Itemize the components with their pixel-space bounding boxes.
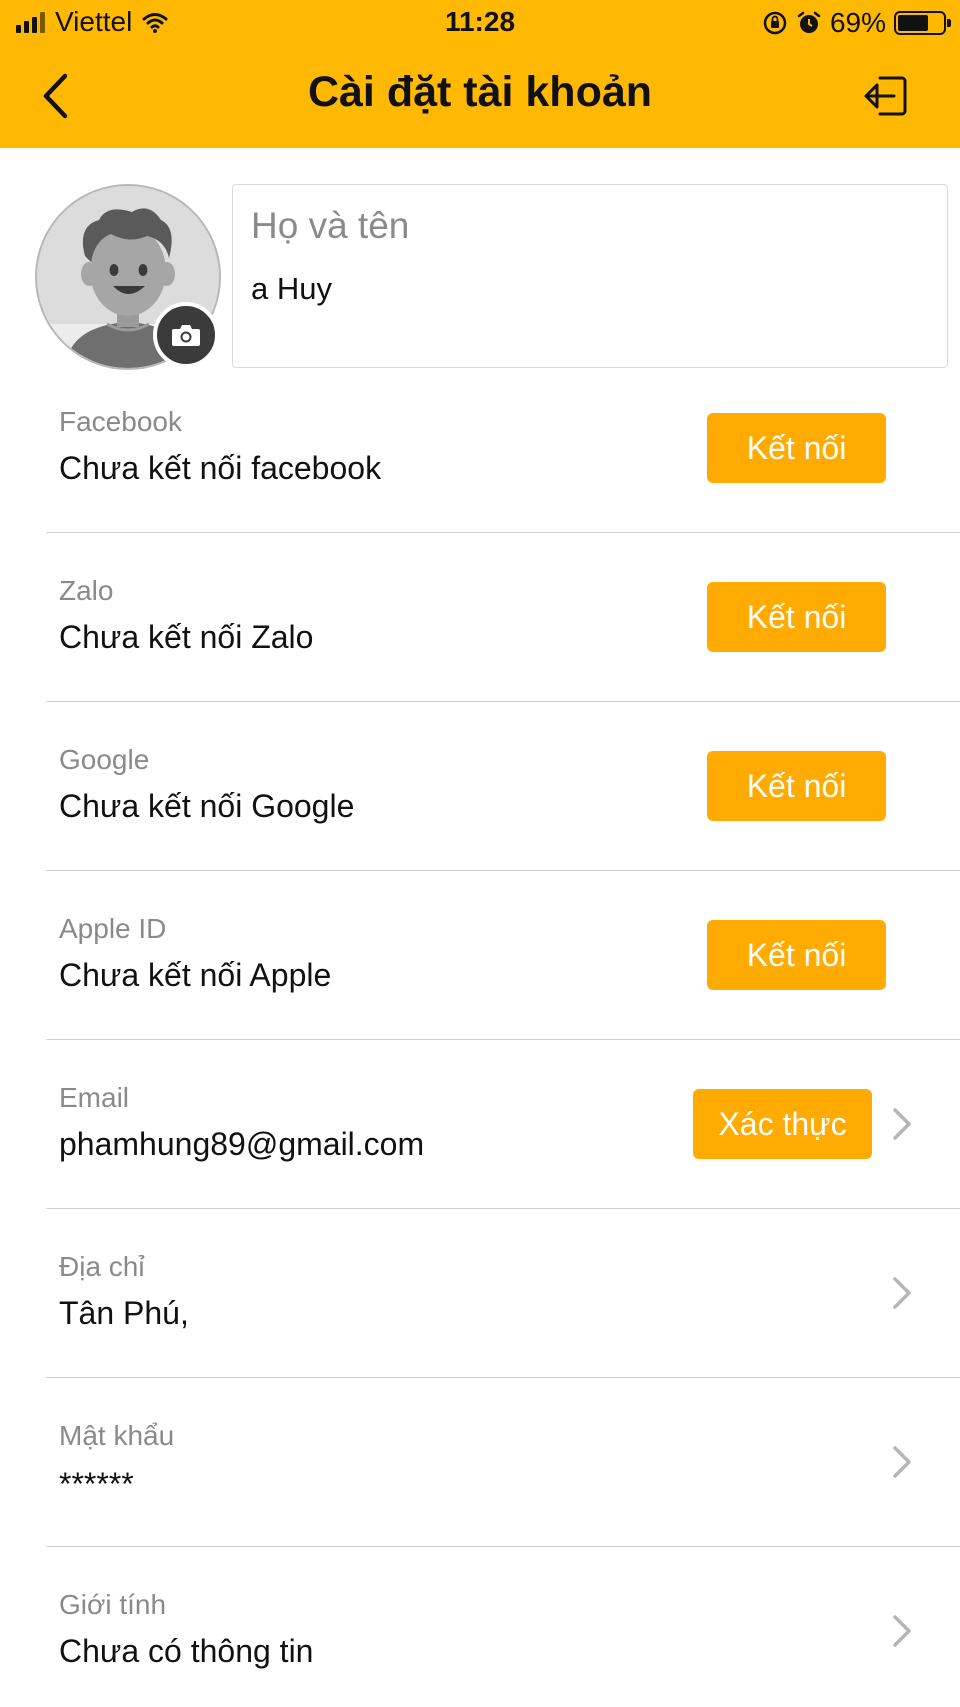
row-zalo: Zalo Chưa kết nối Zalo Kết nối xyxy=(46,533,960,702)
row-label: Facebook xyxy=(59,406,182,437)
chevron-right-icon xyxy=(888,1442,916,1482)
row-label: Zalo xyxy=(59,575,114,606)
change-photo-button[interactable] xyxy=(153,302,219,368)
row-label: Địa chỉ xyxy=(59,1251,145,1282)
row-value: Chưa có thông tin xyxy=(59,1633,314,1669)
rotation-lock-icon xyxy=(763,11,787,35)
connect-apple-button[interactable]: Kết nối xyxy=(707,920,886,990)
connect-zalo-button[interactable]: Kết nối xyxy=(707,582,886,652)
row-email[interactable]: Email phamhung89@gmail.com Xác thực xyxy=(46,1040,960,1209)
full-name-input[interactable] xyxy=(251,271,911,307)
status-bar: Viettel 11:28 69% xyxy=(0,0,960,48)
row-address[interactable]: Địa chỉ Tân Phú, xyxy=(46,1209,960,1378)
row-apple-id: Apple ID Chưa kết nối Apple Kết nối xyxy=(46,871,960,1040)
row-value: Chưa kết nối Google xyxy=(59,788,355,824)
chevron-right-icon xyxy=(888,1104,916,1144)
row-value: Chưa kết nối Zalo xyxy=(59,619,314,655)
chevron-right-icon xyxy=(888,1611,916,1651)
row-value: Chưa kết nối facebook xyxy=(59,450,382,486)
logout-icon xyxy=(864,76,907,116)
row-label: Apple ID xyxy=(59,913,167,944)
full-name-label: Họ và tên xyxy=(251,205,410,246)
row-label: Email xyxy=(59,1082,130,1113)
row-password[interactable]: Mật khẩu ****** xyxy=(46,1378,960,1547)
row-facebook: Facebook Chưa kết nối facebook Kết nối xyxy=(46,364,960,533)
row-value: Tân Phú, xyxy=(59,1295,189,1331)
row-value: phamhung89@gmail.com xyxy=(59,1126,425,1162)
verify-email-button[interactable]: Xác thực xyxy=(693,1089,872,1159)
header: Cài đặt tài khoản xyxy=(0,48,960,148)
row-label: Giới tính xyxy=(59,1589,167,1620)
battery-icon xyxy=(894,11,951,35)
row-google: Google Chưa kết nối Google Kết nối xyxy=(46,702,960,871)
page-title: Cài đặt tài khoản xyxy=(307,68,653,116)
battery-percent: 69% xyxy=(829,7,886,38)
row-value: Chưa kết nối Apple xyxy=(59,957,332,993)
top-bar: Viettel 11:28 69% Cài đặt tài khoản xyxy=(0,0,960,148)
camera-icon xyxy=(172,325,200,346)
row-gender[interactable]: Giới tính Chưa có thông tin xyxy=(46,1547,960,1707)
logout-button[interactable] xyxy=(858,68,914,124)
alarm-icon xyxy=(797,11,821,33)
row-label: Google xyxy=(59,744,150,775)
connect-google-button[interactable]: Kết nối xyxy=(707,751,886,821)
chevron-right-icon xyxy=(888,1273,916,1313)
full-name-field[interactable]: Họ và tên xyxy=(232,184,948,368)
row-label: Mật khẩu xyxy=(59,1420,175,1451)
connect-facebook-button[interactable]: Kết nối xyxy=(707,413,886,483)
row-value: ****** xyxy=(59,1466,134,1502)
